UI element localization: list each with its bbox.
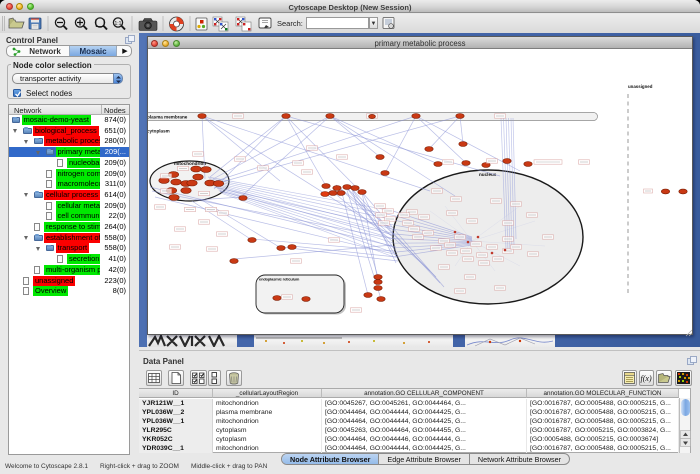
svg-text:unassigned: unassigned <box>628 84 653 89</box>
svg-text:plasma membrane: plasma membrane <box>148 115 188 120</box>
svg-text:1:1: 1:1 <box>115 21 122 27</box>
svg-text:mitochondrion: mitochondrion <box>174 161 206 166</box>
svg-text:endoplasmic reticulum: endoplasmic reticulum <box>259 277 300 282</box>
svg-text:cytoplasm: cytoplasm <box>148 129 170 134</box>
svg-text:f(x): f(x) <box>641 374 652 383</box>
